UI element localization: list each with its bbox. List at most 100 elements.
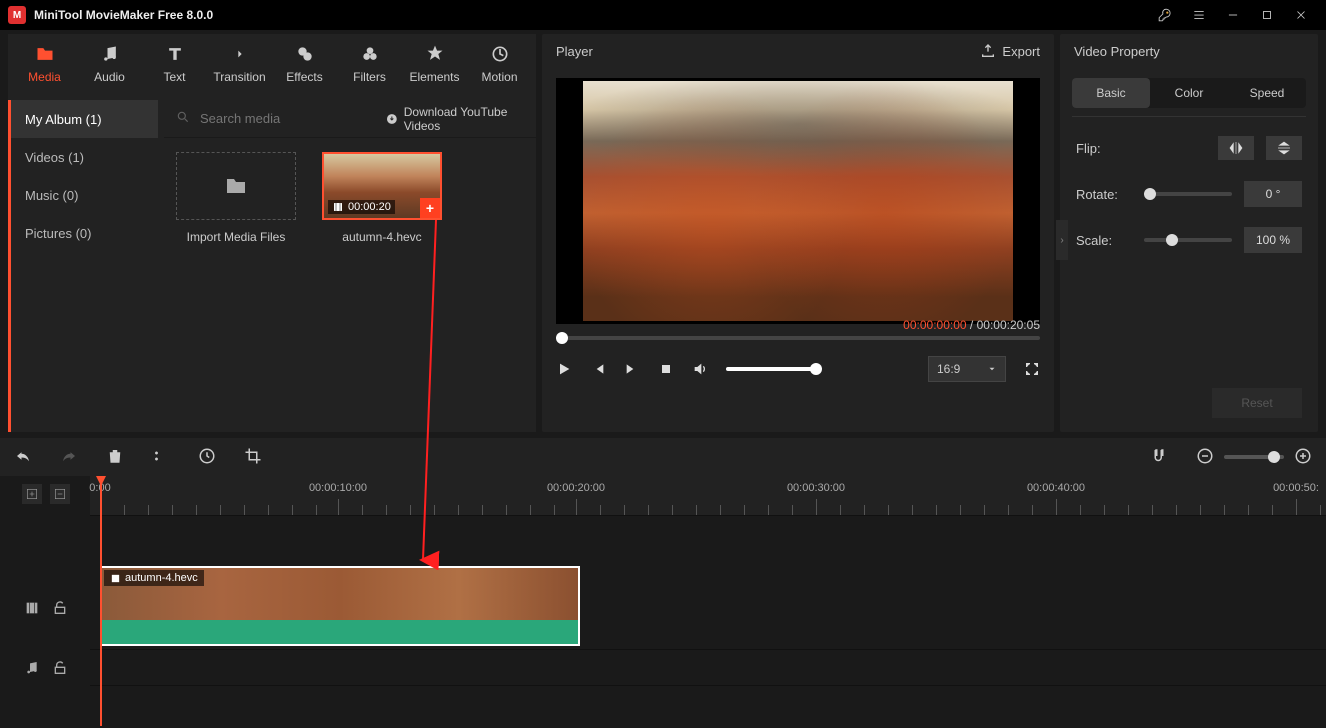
- flip-horizontal-button[interactable]: [1218, 136, 1254, 160]
- property-tab-speed[interactable]: Speed: [1228, 78, 1306, 108]
- tab-filters[interactable]: Filters: [337, 34, 402, 94]
- sidebar-item-videos[interactable]: Videos (1): [11, 138, 158, 176]
- media-clip-card[interactable]: 00:00:20 + autumn-4.hevc: [318, 152, 446, 244]
- timeline-clip[interactable]: autumn-4.hevc: [100, 566, 580, 646]
- unlock-icon[interactable]: [52, 600, 68, 616]
- download-youtube-link[interactable]: Download YouTube Videos: [386, 105, 524, 133]
- music-icon: [24, 660, 40, 676]
- scale-label: Scale:: [1076, 233, 1132, 248]
- zoom-slider[interactable]: [1224, 455, 1284, 459]
- unlock-icon[interactable]: [52, 660, 68, 676]
- tab-label: Text: [163, 70, 185, 84]
- tab-text[interactable]: Text: [142, 34, 207, 94]
- player-title: Player: [556, 44, 593, 59]
- stop-button[interactable]: [658, 361, 674, 377]
- folder-icon: [224, 174, 248, 198]
- split-button[interactable]: [152, 447, 170, 468]
- media-sidebar: My Album (1) Videos (1) Music (0) Pictur…: [8, 100, 158, 432]
- tab-elements[interactable]: Elements: [402, 34, 467, 94]
- media-area: Download YouTube Videos Import Media Fil…: [164, 100, 536, 432]
- reset-button[interactable]: Reset: [1212, 388, 1302, 418]
- video-preview[interactable]: [556, 78, 1040, 324]
- film-icon: [110, 573, 121, 584]
- timeline-ruler[interactable]: 0:0000:00:10:0000:00:20:0000:00:30:0000:…: [90, 476, 1326, 516]
- audio-track[interactable]: [90, 650, 1326, 686]
- elements-icon: [425, 44, 445, 64]
- flip-vertical-button[interactable]: [1266, 136, 1302, 160]
- scale-value[interactable]: 100 %: [1244, 227, 1302, 253]
- maximize-button[interactable]: [1250, 0, 1284, 30]
- panel-collapse-handle[interactable]: ›: [1056, 220, 1068, 260]
- tab-transition[interactable]: Transition: [207, 34, 272, 94]
- app-logo: M: [8, 6, 26, 24]
- tab-motion[interactable]: Motion: [467, 34, 532, 94]
- property-tab-basic[interactable]: Basic: [1072, 78, 1150, 108]
- export-button[interactable]: Export: [980, 43, 1040, 59]
- next-frame-button[interactable]: [624, 361, 640, 377]
- fullscreen-button[interactable]: [1024, 361, 1040, 377]
- scale-slider[interactable]: [1144, 238, 1232, 242]
- property-tab-color[interactable]: Color: [1150, 78, 1228, 108]
- add-to-timeline-button[interactable]: +: [420, 198, 440, 218]
- redo-button[interactable]: [60, 447, 78, 468]
- rotate-value[interactable]: 0 °: [1244, 181, 1302, 207]
- filters-icon: [360, 44, 380, 64]
- speed-button[interactable]: [198, 447, 216, 468]
- volume-slider[interactable]: [726, 367, 816, 371]
- sidebar-item-pictures[interactable]: Pictures (0): [11, 214, 158, 252]
- crop-button[interactable]: [244, 447, 262, 468]
- search-input[interactable]: [200, 111, 376, 126]
- playhead[interactable]: [100, 476, 102, 726]
- snap-button[interactable]: [1150, 447, 1168, 468]
- player-panel: Player Export 00:00:00:00 / 00:00:20:05: [542, 34, 1054, 432]
- text-icon: [165, 44, 185, 64]
- tab-label: Motion: [481, 70, 517, 84]
- flip-label: Flip:: [1076, 141, 1132, 156]
- tab-audio[interactable]: Audio: [77, 34, 142, 94]
- playback-progress[interactable]: 00:00:00:00 / 00:00:20:05: [556, 336, 1040, 340]
- titlebar: M MiniTool MovieMaker Free 8.0.0: [0, 0, 1326, 30]
- minimize-button[interactable]: [1216, 0, 1250, 30]
- property-panel: Video Property Basic Color Speed Flip: R…: [1060, 34, 1318, 432]
- video-track[interactable]: autumn-4.hevc: [90, 566, 1326, 650]
- sidebar-item-music[interactable]: Music (0): [11, 176, 158, 214]
- rotate-slider[interactable]: [1144, 192, 1232, 196]
- undo-button[interactable]: [14, 447, 32, 468]
- menu-icon[interactable]: [1182, 0, 1216, 30]
- import-label: Import Media Files: [187, 230, 286, 244]
- film-icon: [24, 600, 40, 616]
- clip-name: autumn-4.hevc: [342, 230, 421, 244]
- app-title: MiniTool MovieMaker Free 8.0.0: [34, 8, 213, 22]
- zoom-out-button[interactable]: [1196, 447, 1214, 468]
- tab-media[interactable]: Media: [12, 34, 77, 94]
- property-tabs: Basic Color Speed: [1072, 78, 1306, 108]
- film-icon: [332, 201, 344, 213]
- rotate-label: Rotate:: [1076, 187, 1132, 202]
- chevron-down-icon: [987, 364, 997, 374]
- export-icon: [980, 43, 996, 59]
- transition-icon: [230, 44, 250, 64]
- close-button[interactable]: [1284, 0, 1318, 30]
- sidebar-item-my-album[interactable]: My Album (1): [11, 100, 158, 138]
- tab-effects[interactable]: Effects: [272, 34, 337, 94]
- remove-track-button[interactable]: [50, 484, 70, 504]
- import-media-card[interactable]: Import Media Files: [172, 152, 300, 244]
- clip-thumbnail[interactable]: 00:00:20 +: [322, 152, 442, 220]
- track-header-video: [0, 566, 90, 650]
- tab-label: Transition: [213, 70, 265, 84]
- volume-button[interactable]: [692, 361, 708, 377]
- zoom-in-button[interactable]: [1294, 447, 1312, 468]
- play-button[interactable]: [556, 361, 572, 377]
- library-panel: Media Audio Text Transition Effects Filt…: [8, 34, 536, 432]
- delete-button[interactable]: [106, 447, 124, 468]
- license-key-icon[interactable]: [1148, 0, 1182, 30]
- clip-duration: 00:00:20: [328, 200, 395, 214]
- track-header-audio: [0, 650, 90, 686]
- import-media-box[interactable]: [176, 152, 296, 220]
- search-icon: [176, 110, 190, 127]
- timeline-clip-label: autumn-4.hevc: [104, 570, 204, 586]
- effects-icon: [295, 44, 315, 64]
- prev-frame-button[interactable]: [590, 361, 606, 377]
- aspect-ratio-select[interactable]: 16:9: [928, 356, 1006, 382]
- add-track-button[interactable]: [22, 484, 42, 504]
